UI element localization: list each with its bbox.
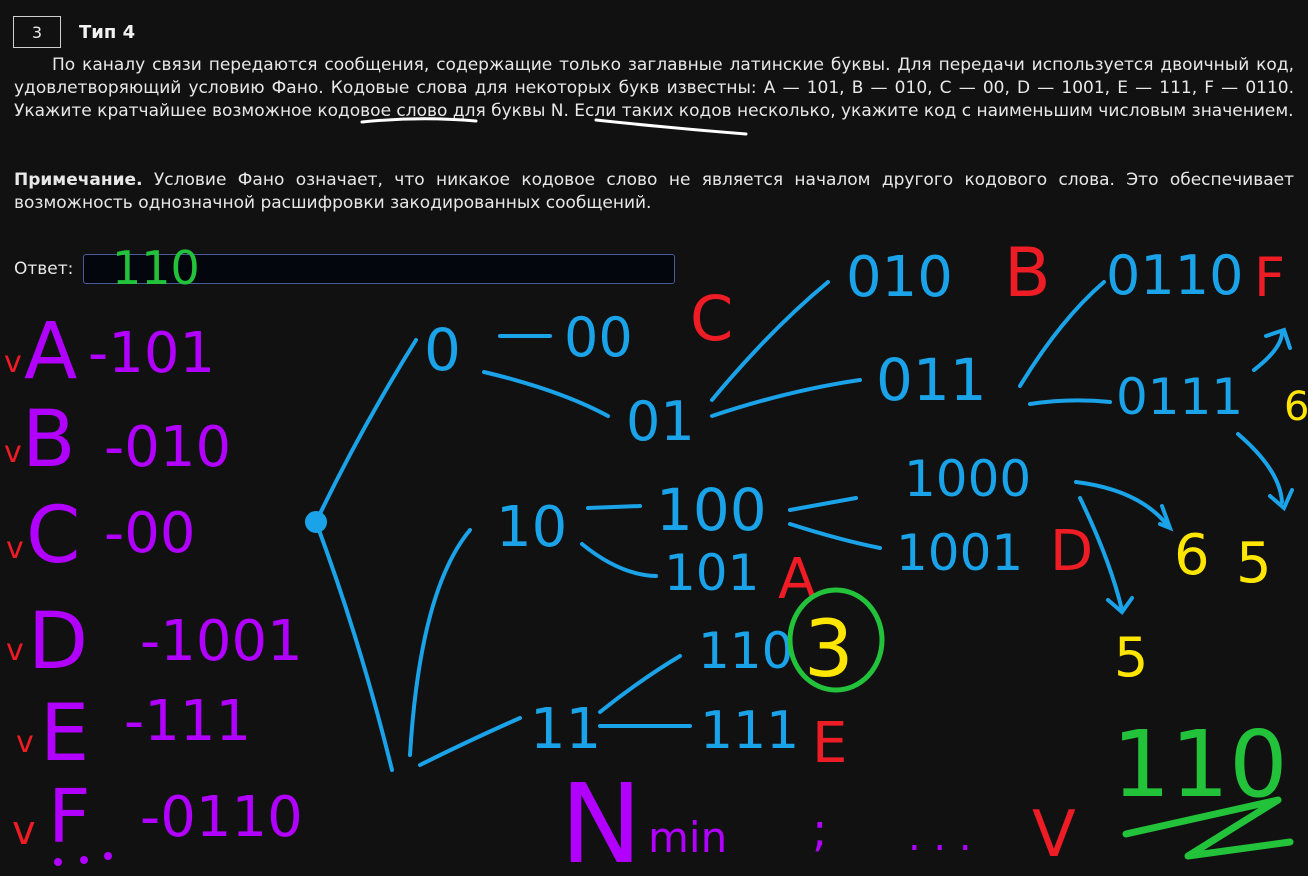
node-1001: 1001 <box>896 524 1023 582</box>
task-note: Примечание. Условие Фано означает, что н… <box>14 169 1294 215</box>
min-label: min <box>648 813 727 862</box>
check-f: v <box>12 808 36 854</box>
letter-f: F <box>48 774 91 860</box>
code-tree <box>305 280 1112 772</box>
edge-11-110 <box>598 654 682 714</box>
letter-mark-b: B <box>1004 234 1051 313</box>
edge-1-10 <box>408 528 472 757</box>
node-0110: 0110 <box>1106 244 1243 307</box>
letter-mark-c: C <box>690 282 733 355</box>
length-6-b: 6 <box>1174 523 1210 588</box>
node-00: 00 <box>564 306 633 369</box>
letter-c: C <box>26 491 80 581</box>
node-10: 10 <box>496 495 567 560</box>
final-z-mark <box>1122 796 1294 860</box>
node-01: 01 <box>626 390 695 453</box>
edge-01-010 <box>710 280 830 402</box>
length-arrows <box>1074 327 1294 615</box>
code-a: -101 <box>88 321 215 386</box>
check-mark-v: V <box>1032 798 1076 872</box>
circled-length: 3 <box>804 605 854 695</box>
letter-mark-e: E <box>812 711 847 776</box>
letter-e: E <box>40 689 89 779</box>
check-c: v <box>6 531 24 566</box>
check-a: v <box>4 345 22 380</box>
note-label: Примечание. <box>14 170 143 190</box>
length-values: 6 6 5 5 <box>1114 384 1308 689</box>
code-f: -0110 <box>140 785 303 850</box>
task-text: По каналу связи передаются сообщения, со… <box>14 55 1294 121</box>
node-110: 110 <box>698 622 793 680</box>
node-111: 111 <box>700 701 799 761</box>
letter-mark-a: A <box>778 547 816 612</box>
root-node <box>305 511 327 533</box>
check-e: v <box>16 725 34 760</box>
known-codes-list: v A -101 v B -010 v C -00 v D -1001 v E … <box>4 307 303 866</box>
edge-0-01 <box>482 370 610 418</box>
code-e: -111 <box>124 689 251 754</box>
task-type-title: Тип 4 <box>79 22 136 43</box>
edge-011-0111 <box>1028 398 1112 406</box>
edge-100-1000 <box>788 496 858 512</box>
node-1000: 1000 <box>904 450 1031 508</box>
check-b: v <box>4 435 22 470</box>
n-letter: N <box>560 760 642 876</box>
answer-label: Ответ: <box>14 259 74 279</box>
node-011: 011 <box>876 346 987 414</box>
code-d: -1001 <box>140 609 303 674</box>
edge-root-1 <box>314 520 394 772</box>
node-0: 0 <box>424 316 461 384</box>
dots: . . . <box>908 814 972 860</box>
edge-100-1001 <box>788 522 882 550</box>
dot-1 <box>54 858 62 866</box>
node-101: 101 <box>664 544 759 602</box>
length-6-a: 6 <box>1284 384 1308 430</box>
edge-root-0 <box>314 338 418 524</box>
bottom-notes: N min ; . . . V <box>560 760 1076 876</box>
edge-1-11 <box>418 716 522 767</box>
node-11: 11 <box>530 697 601 762</box>
answer-input[interactable] <box>83 254 675 284</box>
edge-01-011 <box>710 378 862 418</box>
letter-d: D <box>28 597 88 687</box>
letter-mark-d: D <box>1050 519 1093 584</box>
final-answer-110: 110 <box>1112 711 1288 818</box>
code-c: -00 <box>104 501 195 566</box>
node-0111: 0111 <box>1116 368 1243 426</box>
dot-2 <box>80 856 88 864</box>
handwritten-annotations: 110 v A -101 v B -010 v C -00 v D -1001 … <box>4 117 1308 876</box>
length-5-b: 5 <box>1114 626 1148 689</box>
edge-10-100 <box>586 504 642 510</box>
semicolon: ; <box>812 803 828 857</box>
node-100: 100 <box>656 476 767 544</box>
letter-mark-f: F <box>1254 246 1285 309</box>
letter-b: B <box>22 395 76 485</box>
task-number: 3 <box>13 16 61 48</box>
edge-10-101 <box>580 542 658 578</box>
edge-011-0110 <box>1018 280 1106 388</box>
dot-3 <box>104 852 112 860</box>
node-010: 010 <box>846 245 953 310</box>
tree-labels: 0 00 01 010 011 0110 0111 10 100 1000 10… <box>424 244 1243 762</box>
circle-mark <box>787 587 885 693</box>
code-b: -010 <box>104 415 231 480</box>
length-5-a: 5 <box>1236 531 1272 596</box>
letter-marks: C B F D A E <box>690 234 1285 776</box>
check-d: v <box>6 633 24 668</box>
note-text: Условие Фано означает, что никакое кодов… <box>14 170 1294 213</box>
letter-a: A <box>24 307 77 397</box>
